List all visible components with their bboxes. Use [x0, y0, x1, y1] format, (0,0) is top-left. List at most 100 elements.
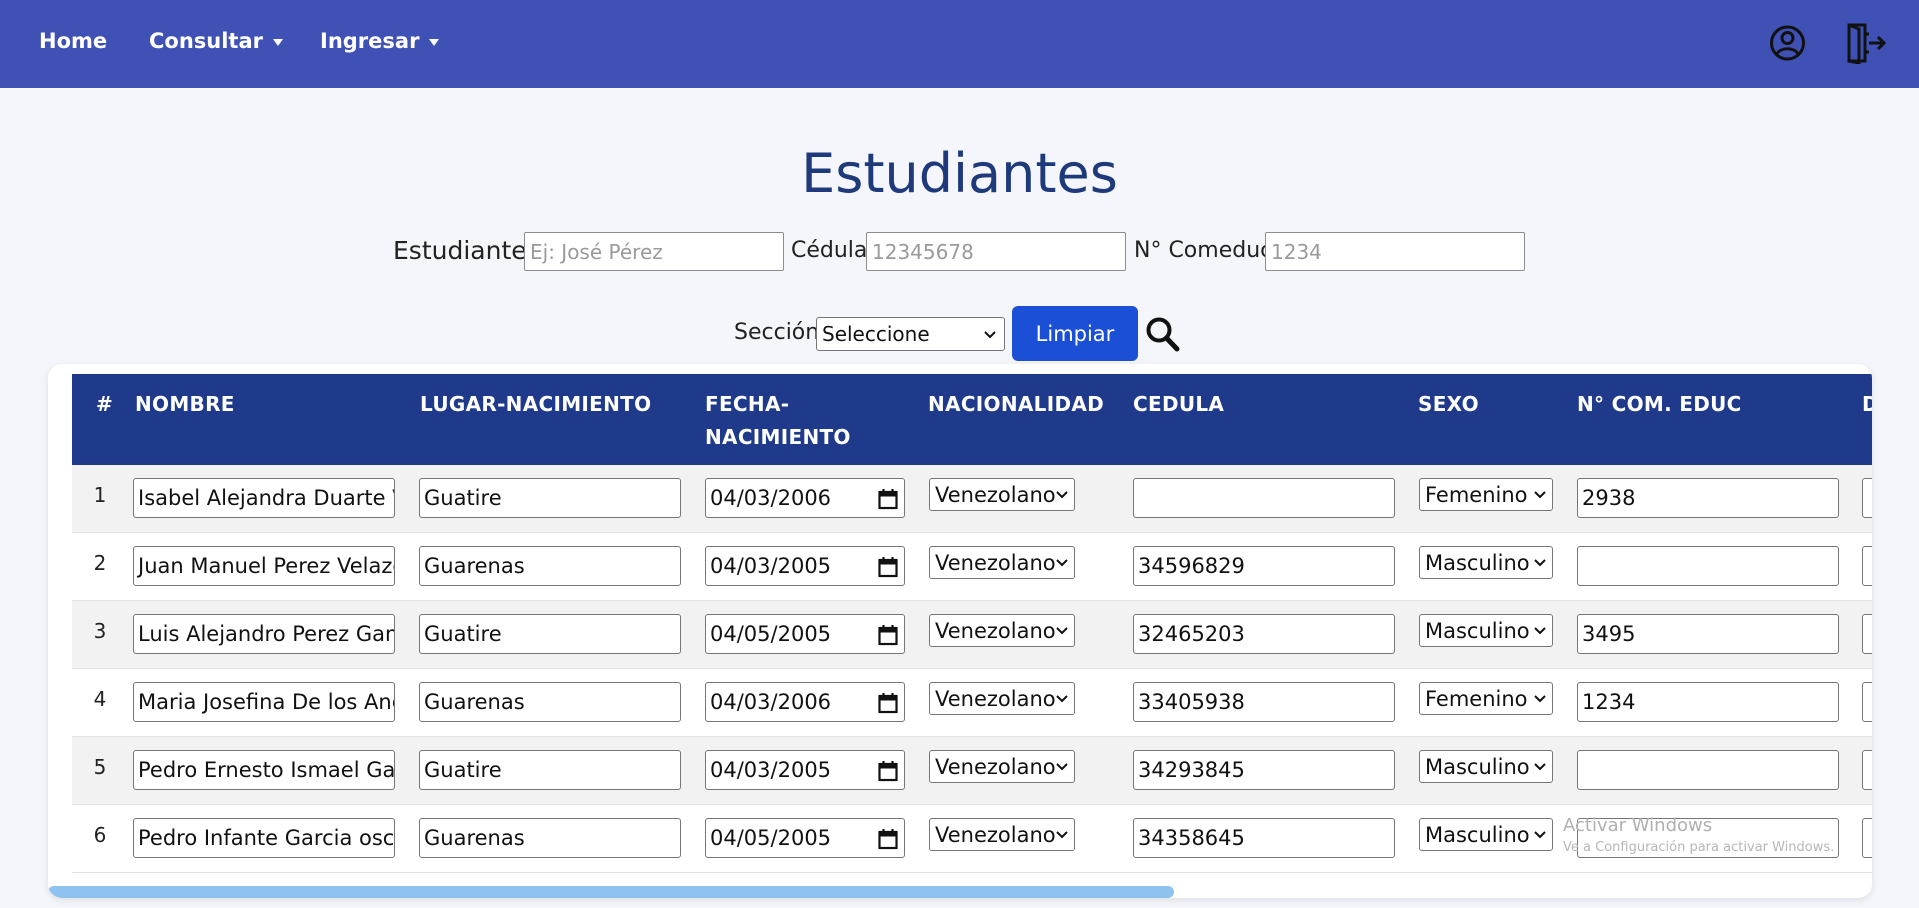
- fecha-nacimiento-input[interactable]: 04/03/2005: [705, 750, 905, 790]
- comeduc-value: 2938: [1582, 486, 1636, 510]
- nacionalidad-select[interactable]: Venezolano: [929, 818, 1075, 851]
- nav-ingresar-dropdown[interactable]: Ingresar: [320, 29, 440, 53]
- comeduc-search-input[interactable]: [1265, 232, 1525, 271]
- cedula-label: Cédula: [791, 238, 868, 263]
- nombre-input[interactable]: Luis Alejandro Perez Gaml: [133, 614, 395, 654]
- calendar-icon[interactable]: [878, 692, 898, 719]
- col-header-lugar: LUGAR-NACIMIENTO: [420, 392, 652, 416]
- col-header-fecha-line2: NACIMIENTO: [705, 425, 851, 449]
- cedula-input[interactable]: 34293845: [1133, 750, 1395, 790]
- fecha-nacimiento-value: 04/05/2005: [710, 622, 832, 646]
- nombre-input[interactable]: Isabel Alejandra Duarte Va: [133, 478, 395, 518]
- fecha-nacimiento-input[interactable]: 04/05/2005: [705, 818, 905, 858]
- nav-home[interactable]: Home: [39, 29, 107, 53]
- nacionalidad-select[interactable]: Venezolano: [929, 478, 1075, 511]
- estudiante-search-input[interactable]: [524, 232, 784, 271]
- calendar-icon[interactable]: [878, 828, 898, 855]
- row-number: 2: [93, 551, 107, 575]
- search-icon[interactable]: [1145, 316, 1181, 358]
- sexo-select[interactable]: Femenino: [1419, 478, 1553, 511]
- fecha-nacimiento-input[interactable]: 04/03/2006: [705, 478, 905, 518]
- truncated-column-input[interactable]: [1862, 682, 1872, 722]
- chevron-down-icon: [1533, 485, 1547, 509]
- row-number: 4: [93, 687, 107, 711]
- nombre-input[interactable]: Pedro Ernesto Ismael Garc: [133, 750, 395, 790]
- nacionalidad-select[interactable]: Venezolano: [929, 546, 1075, 579]
- nacionalidad-value: Venezolano: [935, 482, 1056, 507]
- cedula-input[interactable]: 32465203: [1133, 614, 1395, 654]
- seccion-select[interactable]: Seleccione: [816, 317, 1005, 351]
- limpiar-button[interactable]: Limpiar: [1012, 306, 1138, 361]
- cedula-value: 34293845: [1138, 758, 1245, 782]
- truncated-column-input[interactable]: [1862, 546, 1872, 586]
- table-row: 4 Maria Josefina De los Ang Guarenas 04/03/…: [72, 669, 1872, 737]
- comeduc-input[interactable]: [1577, 750, 1839, 790]
- lugar-nacimiento-value: Guarenas: [424, 554, 525, 578]
- sexo-select[interactable]: Masculino: [1419, 546, 1553, 579]
- comeduc-input[interactable]: 2938: [1577, 478, 1839, 518]
- cedula-input[interactable]: 34596829: [1133, 546, 1395, 586]
- truncated-column-input[interactable]: [1862, 478, 1872, 518]
- lugar-nacimiento-input[interactable]: Guarenas: [419, 818, 681, 858]
- logout-icon[interactable]: [1845, 22, 1887, 68]
- fecha-nacimiento-value: 04/03/2005: [710, 554, 832, 578]
- top-navbar: Home Consultar Ingresar: [0, 0, 1919, 88]
- comeduc-input[interactable]: [1577, 546, 1839, 586]
- page-title: Estudiantes: [801, 142, 1118, 205]
- comeduc-label: N° Comeduc: [1134, 238, 1273, 263]
- sexo-select[interactable]: Femenino: [1419, 682, 1553, 715]
- calendar-icon[interactable]: [878, 760, 898, 787]
- nav-home-label: Home: [39, 29, 108, 53]
- calendar-icon[interactable]: [878, 488, 898, 515]
- sexo-select[interactable]: Masculino: [1419, 750, 1553, 783]
- lugar-nacimiento-input[interactable]: Guatire: [419, 478, 681, 518]
- comeduc-value: 1234: [1582, 690, 1636, 714]
- estudiante-label: Estudiante: [393, 236, 527, 265]
- nombre-value: Juan Manuel Perez Velazq: [138, 554, 395, 578]
- nombre-value: Maria Josefina De los Ang: [138, 690, 395, 714]
- truncated-column-input[interactable]: [1862, 614, 1872, 654]
- nombre-input[interactable]: Pedro Infante Garcia oscar: [133, 818, 395, 858]
- chevron-down-icon: [1055, 757, 1069, 781]
- cedula-input[interactable]: 34358645: [1133, 818, 1395, 858]
- lugar-nacimiento-input[interactable]: Guatire: [419, 750, 681, 790]
- sexo-value: Masculino: [1425, 550, 1530, 575]
- windows-activation-watermark-title: Activar Windows: [1563, 815, 1713, 836]
- nacionalidad-value: Venezolano: [935, 754, 1056, 779]
- lugar-nacimiento-input[interactable]: Guarenas: [419, 546, 681, 586]
- sexo-select[interactable]: Masculino: [1419, 614, 1553, 647]
- lugar-nacimiento-input[interactable]: Guatire: [419, 614, 681, 654]
- nacionalidad-select[interactable]: Venezolano: [929, 682, 1075, 715]
- truncated-column-input[interactable]: [1862, 750, 1872, 790]
- cedula-value: 33405938: [1138, 690, 1245, 714]
- nacionalidad-select[interactable]: Venezolano: [929, 614, 1075, 647]
- calendar-icon[interactable]: [878, 624, 898, 651]
- comeduc-input[interactable]: 1234: [1577, 682, 1839, 722]
- calendar-icon[interactable]: [878, 556, 898, 583]
- user-circle-icon[interactable]: [1769, 22, 1806, 68]
- truncated-column-input[interactable]: [1862, 818, 1872, 858]
- sexo-select[interactable]: Masculino: [1419, 818, 1553, 851]
- fecha-nacimiento-input[interactable]: 04/05/2005: [705, 614, 905, 654]
- horizontal-scrollbar-thumb[interactable]: [48, 886, 1174, 898]
- table-row: 2 Juan Manuel Perez Velazq Guarenas 04/03/2…: [72, 533, 1872, 601]
- nacionalidad-value: Venezolano: [935, 686, 1056, 711]
- nav-consultar-dropdown[interactable]: Consultar: [149, 29, 284, 53]
- lugar-nacimiento-input[interactable]: Guarenas: [419, 682, 681, 722]
- cedula-input[interactable]: [1133, 478, 1395, 518]
- chevron-down-icon: [1055, 689, 1069, 713]
- fecha-nacimiento-value: 04/05/2005: [710, 826, 832, 850]
- comeduc-input[interactable]: 3495: [1577, 614, 1839, 654]
- nombre-input[interactable]: Maria Josefina De los Ang: [133, 682, 395, 722]
- table-row: 1 Isabel Alejandra Duarte Va Guatire 04/03/…: [72, 465, 1872, 533]
- nacionalidad-select[interactable]: Venezolano: [929, 750, 1075, 783]
- fecha-nacimiento-input[interactable]: 04/03/2005: [705, 546, 905, 586]
- cedula-input[interactable]: 33405938: [1133, 682, 1395, 722]
- chevron-down-icon: [1533, 825, 1547, 849]
- cedula-search-input[interactable]: [866, 232, 1126, 271]
- col-header-fecha-line1: FECHA-: [705, 392, 790, 416]
- nombre-input[interactable]: Juan Manuel Perez Velazq: [133, 546, 395, 586]
- nav-ingresar-label: Ingresar: [320, 29, 420, 53]
- fecha-nacimiento-input[interactable]: 04/03/2006: [705, 682, 905, 722]
- row-number: 5: [93, 755, 107, 779]
